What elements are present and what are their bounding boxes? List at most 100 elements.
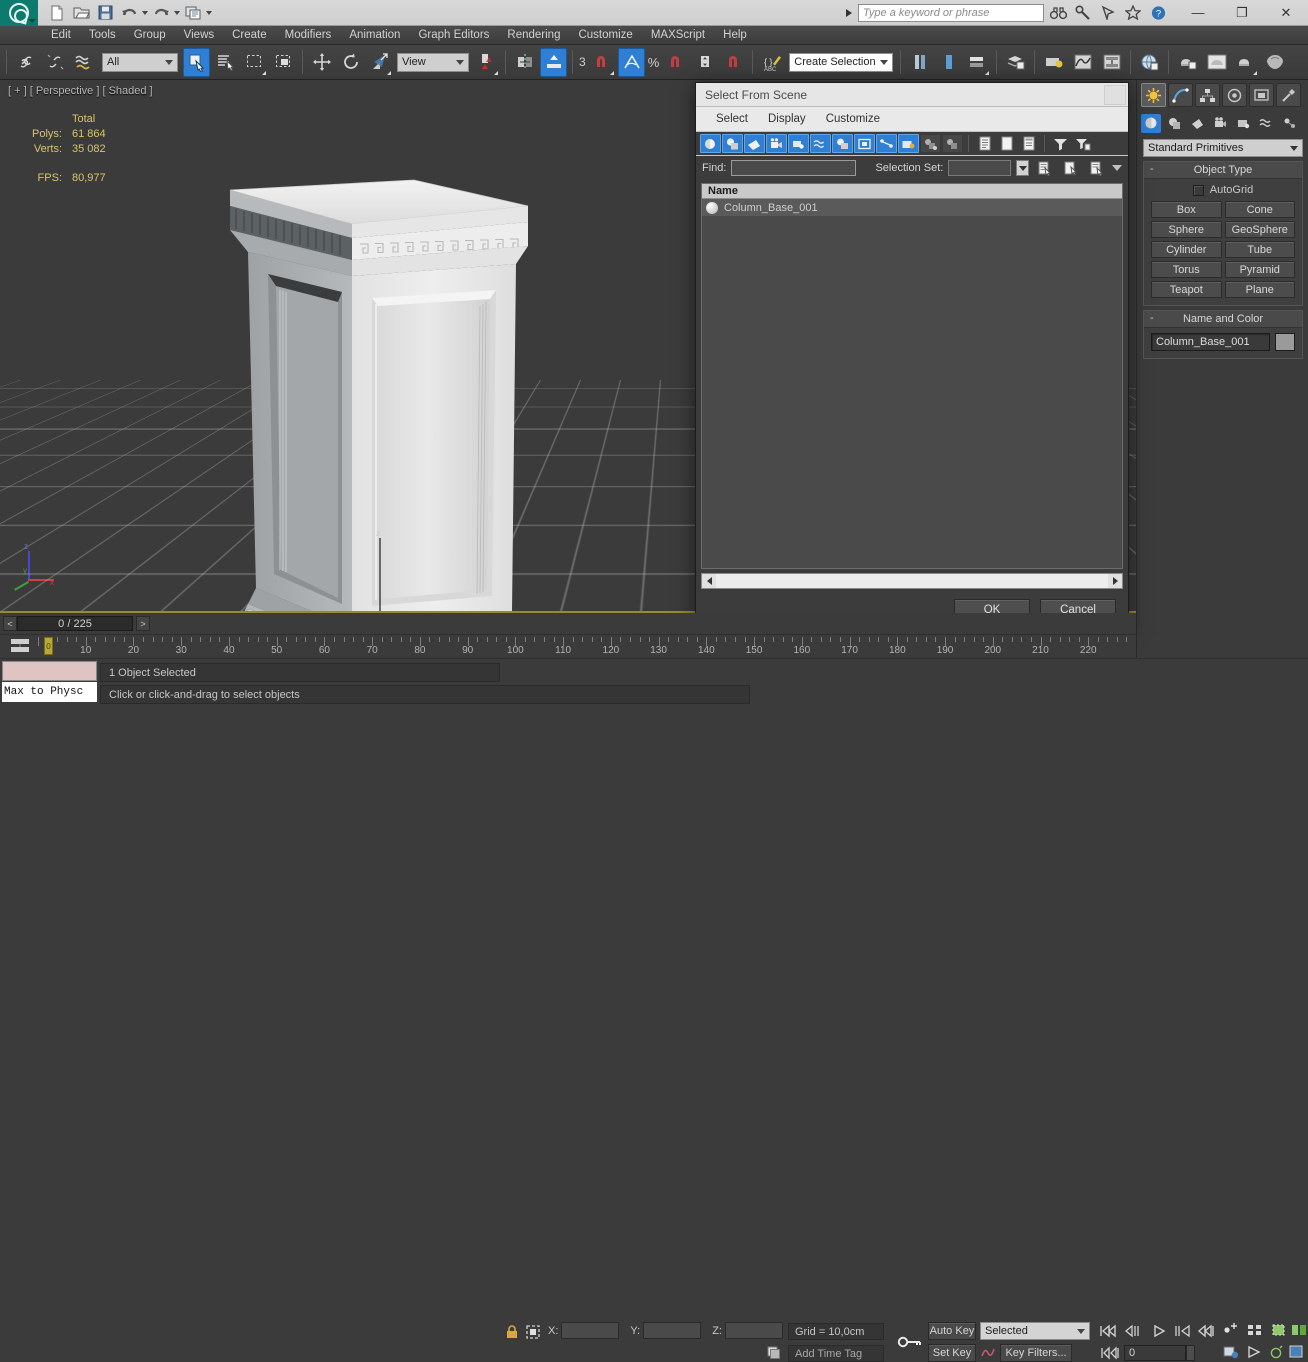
frame-ruler[interactable]: 10 20 30 40 50 60 70 80 90 100 110 120 130 140 150 160 1…	[38, 635, 1136, 658]
window-crossing-toggle-icon[interactable]	[270, 48, 297, 77]
systems-icon[interactable]	[1279, 114, 1299, 133]
display-tab[interactable]	[1249, 83, 1274, 107]
dialog-expand-icon[interactable]	[1112, 165, 1122, 171]
column-base-model[interactable]: z x	[224, 178, 534, 613]
selection-filter-dropdown[interactable]: All	[102, 52, 178, 72]
object-color-swatch[interactable]	[1275, 333, 1295, 351]
snaps-magnet-icon[interactable]	[720, 48, 747, 77]
sphere-button[interactable]: Sphere	[1151, 221, 1222, 238]
box-button[interactable]: Box	[1151, 201, 1222, 218]
geosphere-button[interactable]: GeoSphere	[1224, 221, 1295, 238]
list-view-icon[interactable]	[974, 134, 995, 153]
spinner-snap-toggle-icon[interactable]	[691, 48, 718, 77]
menu-item-edit[interactable]: Edit	[42, 26, 80, 45]
cameras-icon[interactable]	[1210, 114, 1230, 133]
x-field[interactable]	[561, 1322, 620, 1339]
prev-frame-arrow[interactable]: <	[3, 616, 17, 631]
plane-button[interactable]: Plane	[1224, 281, 1295, 298]
auto-key-button[interactable]: Auto Key	[928, 1322, 976, 1340]
wrench-icon[interactable]	[1072, 3, 1094, 23]
render-setup-icon[interactable]	[1136, 48, 1163, 77]
utilities-tab[interactable]	[1276, 83, 1301, 107]
layer-manager-icon[interactable]	[964, 48, 991, 77]
advanced-filter-icon[interactable]	[1072, 134, 1093, 153]
open-mini-curve-editor-icon[interactable]	[10, 638, 30, 654]
next-frame-icon[interactable]	[1172, 1322, 1196, 1340]
tube-button[interactable]: Tube	[1224, 241, 1295, 258]
mirror-tool-icon[interactable]	[906, 48, 933, 77]
lights-filter-icon[interactable]	[744, 134, 765, 153]
hierarchy-tab[interactable]	[1195, 83, 1220, 107]
keyboard-shortcut-override-icon[interactable]	[1246, 1322, 1266, 1340]
xrefs-filter-icon[interactable]	[854, 134, 875, 153]
select-and-move-icon[interactable]	[308, 48, 335, 77]
scene-object-list[interactable]: Name Column_Base_001	[701, 183, 1123, 569]
star-icon[interactable]	[1122, 3, 1144, 23]
list-body[interactable]: Column_Base_001	[702, 199, 1122, 568]
time-configuration-icon[interactable]	[1222, 1344, 1242, 1362]
y-field[interactable]	[643, 1322, 702, 1339]
pin-icon[interactable]	[1097, 3, 1119, 23]
filter-funnel-icon[interactable]	[1050, 134, 1071, 153]
orbit-icon[interactable]	[1268, 1344, 1286, 1362]
blank-page-icon[interactable]	[996, 134, 1017, 153]
scroll-right-icon[interactable]	[1108, 574, 1122, 588]
menu-item-help[interactable]: Help	[714, 26, 756, 45]
edit-named-selection-sets-icon[interactable]: { } ABC	[758, 48, 785, 77]
render-frame-window-icon[interactable]	[1174, 48, 1201, 77]
rectangular-selection-region-icon[interactable]	[241, 48, 268, 77]
dialog-menu-select[interactable]: Select	[706, 107, 758, 132]
groups-filter-icon[interactable]	[832, 134, 853, 153]
time-tag-icon[interactable]	[766, 1345, 782, 1361]
find-input[interactable]	[731, 160, 857, 176]
motion-tab[interactable]	[1222, 83, 1247, 107]
binoculars-icon[interactable]	[1047, 3, 1069, 23]
autogrid-checkbox[interactable]	[1192, 184, 1204, 196]
key-mode-icon[interactable]	[897, 1335, 923, 1349]
menu-item-maxscript[interactable]: MAXScript	[642, 26, 714, 45]
project-folder-icon[interactable]	[182, 2, 204, 23]
add-time-tag-button[interactable]: Add Time Tag	[788, 1345, 884, 1362]
helpers-icon[interactable]	[1233, 114, 1253, 133]
align-icon[interactable]	[540, 47, 567, 77]
redo-dropdown-icon[interactable]	[174, 10, 180, 15]
collapse-icon-2[interactable]: -	[1150, 312, 1154, 324]
select-objects-by-set-icon[interactable]	[1060, 159, 1081, 178]
curve-editor-icon[interactable]	[1069, 48, 1096, 77]
play-icon[interactable]	[1148, 1322, 1170, 1340]
use-pivot-point-center-icon[interactable]	[473, 48, 500, 77]
viewport-label[interactable]: [ + ] [ Perspective ] [ Shaded ]	[8, 85, 153, 97]
list-column-header-name[interactable]: Name	[702, 184, 1122, 199]
prev-frame-icon[interactable]	[1122, 1322, 1144, 1340]
set-key-button[interactable]: Set Key	[928, 1344, 976, 1362]
go-to-end-icon[interactable]	[1196, 1322, 1216, 1340]
modify-tab[interactable]	[1168, 83, 1193, 107]
menu-item-animation[interactable]: Animation	[340, 26, 409, 45]
geometry-filter-icon[interactable]	[700, 134, 721, 153]
helpers-filter-icon[interactable]	[788, 134, 809, 153]
help-icon[interactable]: ?	[1147, 3, 1169, 23]
select-and-rotate-icon[interactable]	[337, 48, 364, 77]
select-object-button[interactable]	[183, 47, 210, 77]
activeshade-icon[interactable]	[1261, 48, 1288, 77]
absolute-relative-transform-icon[interactable]	[524, 1323, 542, 1341]
name-and-color-header[interactable]: - Name and Color	[1144, 311, 1302, 328]
search-input[interactable]: Type a keyword or phrase	[858, 3, 1044, 22]
open-file-icon[interactable]	[70, 2, 92, 23]
save-file-icon[interactable]	[94, 2, 116, 23]
render-iterative-icon[interactable]	[1232, 48, 1259, 77]
search-expand-icon[interactable]	[846, 8, 852, 17]
minimize-button[interactable]: —	[1176, 0, 1220, 25]
lights-icon[interactable]	[1187, 114, 1207, 133]
material-editor-icon[interactable]	[1040, 48, 1067, 77]
go-to-start-icon[interactable]	[1098, 1322, 1118, 1340]
mirror-icon[interactable]	[511, 48, 538, 77]
dialog-title-bar[interactable]: Select From Scene	[696, 83, 1128, 107]
dialog-menu-display[interactable]: Display	[758, 107, 816, 132]
menu-item-graph-editors[interactable]: Graph Editors	[409, 26, 498, 45]
menu-item-rendering[interactable]: Rendering	[498, 26, 569, 45]
cameras-filter-icon[interactable]	[766, 134, 787, 153]
render-production-icon[interactable]	[1203, 48, 1230, 77]
undo-icon[interactable]	[118, 2, 140, 23]
maxscript-mini-listener[interactable]: Max to Physc	[2, 682, 97, 702]
